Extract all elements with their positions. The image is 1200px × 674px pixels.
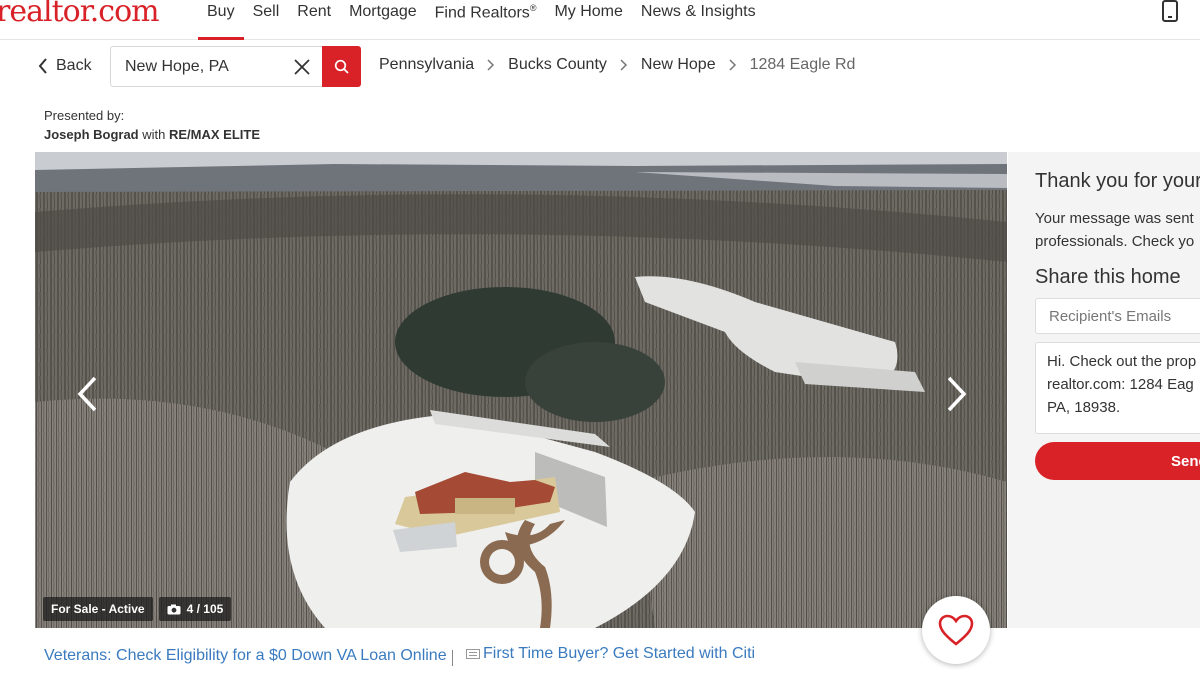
nav-news-insights[interactable]: News & Insights bbox=[632, 0, 765, 40]
nav-find-realtors-label: Find Realtors bbox=[434, 4, 530, 22]
with-text: with bbox=[142, 127, 166, 142]
top-navigation: realtor.com Buy Sell Rent Mortgage Find … bbox=[0, 0, 1200, 40]
share-message-textarea[interactable]: Hi. Check out the prop realtor.com: 1284… bbox=[1035, 342, 1200, 434]
nav-rent[interactable]: Rent bbox=[288, 0, 340, 40]
send-label: Send bbox=[1171, 452, 1200, 470]
search-button[interactable] bbox=[322, 46, 361, 87]
back-label: Back bbox=[56, 57, 92, 74]
chevron-right-icon bbox=[487, 59, 495, 71]
photo-status-bar: For Sale - Active 4 / 105 bbox=[43, 597, 232, 621]
broker-name[interactable]: RE/MAX ELITE bbox=[169, 127, 260, 142]
camera-icon bbox=[167, 604, 181, 614]
nav-rent-label: Rent bbox=[297, 3, 332, 20]
chevron-right-icon bbox=[620, 59, 627, 71]
recipient-emails-input[interactable] bbox=[1035, 298, 1200, 334]
search-icon bbox=[334, 59, 349, 74]
nav-sell[interactable]: Sell bbox=[244, 0, 289, 40]
confirmation-line-2: professionals. Check yo bbox=[1035, 233, 1195, 250]
promo-divider bbox=[452, 650, 453, 666]
agent-name[interactable]: Joseph Bograd bbox=[44, 127, 139, 142]
va-loan-link[interactable]: Veterans: Check Eligibility for a $0 Dow… bbox=[44, 647, 447, 665]
agent-line: Joseph Bograd with RE/MAX ELITE bbox=[44, 125, 260, 144]
nav-buy-label: Buy bbox=[207, 3, 235, 20]
photo-counter-text: 4 / 105 bbox=[186, 602, 224, 616]
nav-find-realtors[interactable]: Find Realtors® bbox=[426, 0, 546, 40]
previous-photo-arrow-icon[interactable] bbox=[75, 374, 101, 414]
nav-my-home-label: My Home bbox=[554, 3, 623, 20]
close-icon[interactable] bbox=[293, 58, 311, 76]
nav-mortgage[interactable]: Mortgage bbox=[340, 0, 426, 40]
registered-mark: ® bbox=[529, 3, 537, 13]
nav-mortgage-label: Mortgage bbox=[349, 3, 417, 20]
breadcrumb: Pennsylvania Bucks County New Hope 1284 … bbox=[379, 56, 855, 74]
status-badge: For Sale - Active bbox=[43, 597, 153, 621]
listing-photo[interactable]: For Sale - Active 4 / 105 bbox=[35, 152, 1007, 628]
contact-sidebar: Thank you for your Your message was sent… bbox=[1008, 152, 1200, 628]
nav-buy[interactable]: Buy bbox=[198, 0, 244, 40]
breadcrumb-city[interactable]: New Hope bbox=[641, 56, 716, 74]
main-nav: Buy Sell Rent Mortgage Find Realtors® My… bbox=[198, 0, 765, 40]
citi-link[interactable]: First Time Buyer? Get Started with Citi bbox=[466, 645, 755, 663]
aerial-photo-image bbox=[35, 152, 1007, 628]
mobile-phone-icon[interactable] bbox=[1162, 0, 1178, 22]
chevron-right-icon bbox=[729, 59, 736, 71]
confirmation-message: Your message was sent professionals. Che… bbox=[1035, 207, 1194, 253]
send-button[interactable]: Send bbox=[1035, 442, 1200, 480]
presented-by: Presented by: Joseph Bograd with RE/MAX … bbox=[44, 106, 260, 144]
location-search bbox=[110, 46, 361, 87]
next-photo-arrow-icon[interactable] bbox=[943, 374, 969, 414]
save-favorite-button[interactable] bbox=[922, 596, 990, 664]
heart-icon bbox=[938, 614, 974, 646]
back-button[interactable]: Back bbox=[38, 57, 92, 75]
citi-link-text: First Time Buyer? Get Started with Citi bbox=[483, 645, 756, 662]
nav-my-home[interactable]: My Home bbox=[545, 0, 631, 40]
nav-sell-label: Sell bbox=[252, 3, 280, 20]
nav-news-label: News & Insights bbox=[640, 3, 756, 20]
confirmation-line-1: Your message was sent bbox=[1035, 210, 1194, 227]
realtor-logo[interactable]: realtor.com bbox=[0, 0, 160, 29]
breadcrumb-state[interactable]: Pennsylvania bbox=[379, 56, 474, 74]
presented-label: Presented by: bbox=[44, 108, 125, 123]
share-home-title: Share this home bbox=[1035, 266, 1181, 288]
chevron-left-icon bbox=[38, 58, 47, 74]
breadcrumb-address: 1284 Eagle Rd bbox=[749, 56, 856, 73]
ad-badge-icon bbox=[466, 649, 480, 659]
photo-counter[interactable]: 4 / 105 bbox=[158, 597, 232, 621]
thank-you-title: Thank you for your bbox=[1035, 170, 1200, 192]
breadcrumb-county[interactable]: Bucks County bbox=[508, 56, 607, 74]
search-input[interactable] bbox=[125, 55, 285, 79]
